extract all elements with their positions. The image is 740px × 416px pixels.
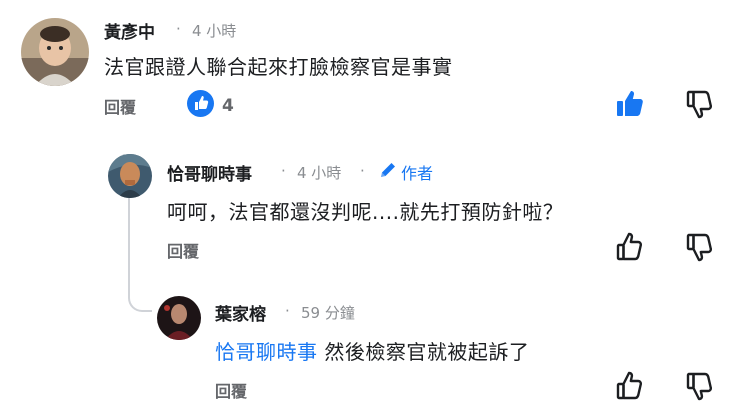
pencil-icon [378, 160, 398, 184]
separator-dot: · [281, 162, 286, 180]
thumb-up-outline-icon[interactable] [614, 231, 646, 263]
avatar[interactable] [108, 154, 152, 198]
author-badge: 作者 [378, 160, 433, 184]
comment-author[interactable]: 葉家榕 [215, 300, 266, 325]
avatar[interactable] [157, 296, 201, 340]
comment-author[interactable]: 恰哥聊時事 [167, 160, 252, 185]
thread-line-curve [128, 282, 152, 312]
comment-text: 呵呵，法官都還沒判呢....就先打預防針啦？ [167, 200, 564, 224]
comment-author[interactable]: 黃彥中 [104, 18, 155, 43]
thumb-down-icon[interactable] [684, 370, 716, 402]
comment-timestamp[interactable]: 4 小時 [192, 20, 236, 41]
thread-line [128, 198, 130, 294]
comment-text: 法官跟證人聯合起來打臉檢察官是事實 [104, 55, 453, 79]
comment-body: 然後檢察官就被起訴了 [317, 340, 530, 364]
thumb-down-icon[interactable] [684, 88, 716, 120]
reaction-count: 4 [222, 95, 234, 116]
comment-text: 恰哥聊時事 然後檢察官就被起訴了 [215, 336, 529, 365]
avatar[interactable] [21, 18, 89, 86]
reply-button[interactable]: 回覆 [167, 238, 199, 262]
author-badge-label: 作者 [401, 164, 434, 183]
thumb-down-icon[interactable] [684, 231, 716, 263]
comment-timestamp[interactable]: 4 小時 [297, 162, 341, 183]
separator-dot: · [360, 162, 365, 180]
reply-button[interactable]: 回覆 [104, 94, 136, 118]
like-reaction-icon [187, 90, 214, 121]
thumb-up-outline-icon[interactable] [614, 370, 646, 402]
comment-timestamp[interactable]: 59 分鐘 [301, 302, 355, 323]
separator-dot: · [285, 302, 290, 320]
reply-button[interactable]: 回覆 [215, 378, 247, 402]
mention-link[interactable]: 恰哥聊時事 [215, 340, 318, 364]
thumb-up-filled-icon[interactable] [614, 88, 646, 120]
reaction-summary[interactable]: 4 [187, 90, 234, 121]
separator-dot: · [176, 20, 181, 38]
